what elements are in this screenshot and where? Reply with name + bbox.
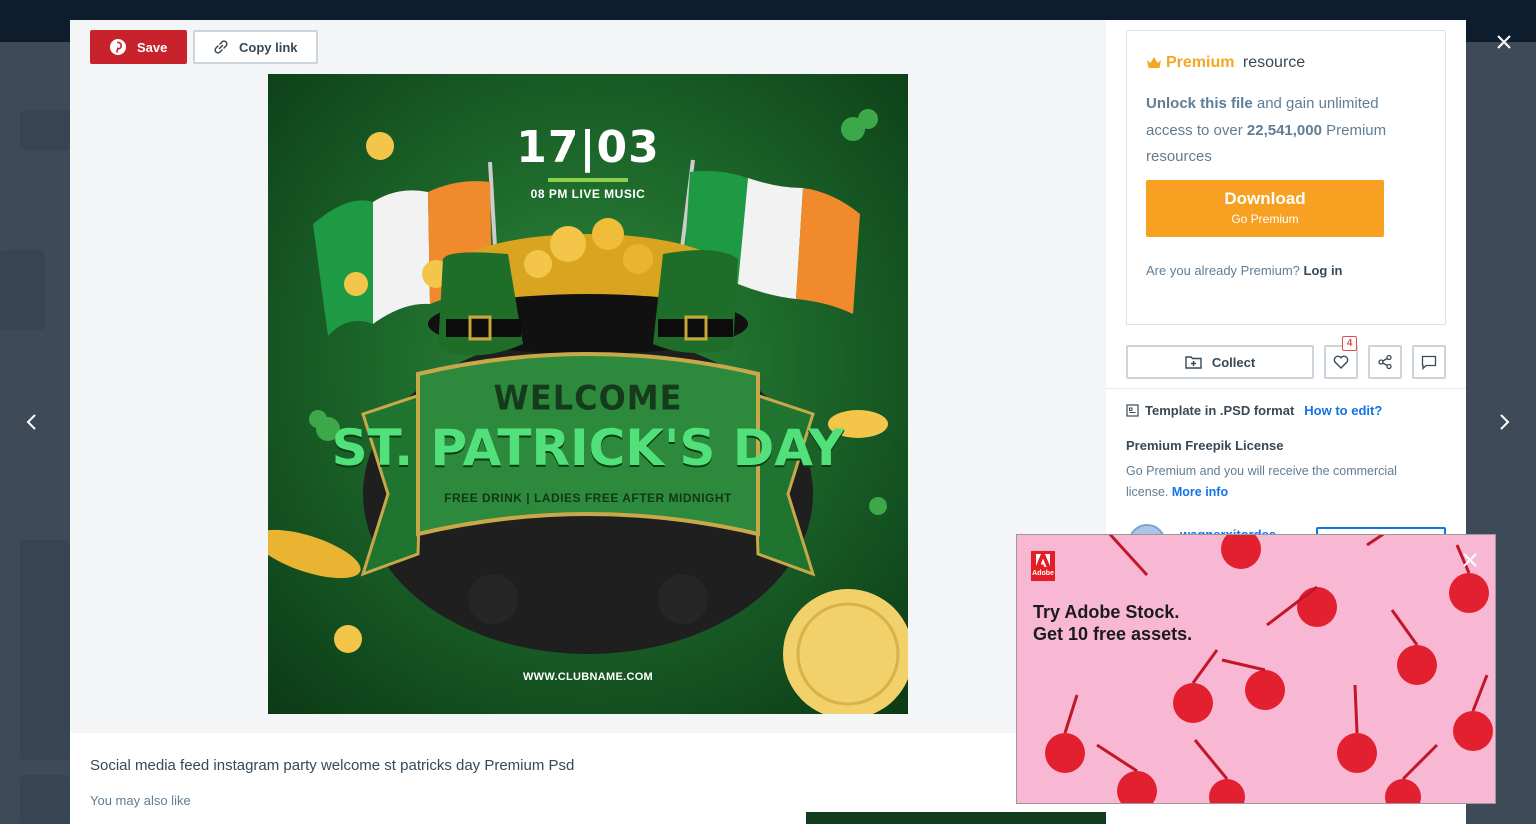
- pinterest-icon: [110, 39, 126, 55]
- share-icon: [1378, 354, 1392, 370]
- ad-headline: Try Adobe Stock. Get 10 free assets.: [1033, 601, 1192, 645]
- premium-box: [1126, 30, 1446, 325]
- license-title: Premium Freepik License: [1126, 438, 1284, 453]
- action-row: Collect 4: [1126, 336, 1446, 379]
- adobe-stock-ad[interactable]: Adobe Try Adobe Stock. Get 10 free asset…: [1016, 534, 1496, 804]
- more-info-link[interactable]: More info: [1172, 485, 1228, 499]
- previous-arrow-icon[interactable]: [14, 404, 50, 440]
- download-label: Download: [1224, 189, 1306, 208]
- folder-add-icon: [1185, 356, 1202, 369]
- save-button[interactable]: Save: [90, 30, 187, 64]
- unlock-bold: Unlock this file: [1146, 95, 1253, 112]
- adobe-logo-icon: [1036, 554, 1050, 567]
- psd-file-icon: [1126, 404, 1139, 417]
- ad-headline-line1: Try Adobe Stock.: [1033, 602, 1180, 622]
- comment-button[interactable]: [1412, 345, 1446, 379]
- close-ad-icon[interactable]: [1461, 551, 1479, 569]
- poster-tagline: FREE DRINK | LADIES FREE AFTER MIDNIGHT: [444, 491, 732, 505]
- resource-title: Social media feed instagram party welcom…: [90, 757, 575, 774]
- poster-date: 17|03: [516, 122, 660, 173]
- poster-title: ST. PATRICK'S DAY: [331, 419, 845, 477]
- poster-welcome: WELCOME: [493, 378, 683, 418]
- resource-count: 22,541,000: [1246, 121, 1322, 139]
- close-modal-icon[interactable]: [1488, 26, 1520, 58]
- like-count-badge: 4: [1342, 336, 1357, 351]
- crown-icon: [1147, 57, 1161, 68]
- template-info: Template in .PSD format How to edit?: [1126, 403, 1382, 418]
- premium-label: Premium: [1166, 54, 1235, 71]
- copy-link-button[interactable]: Copy link: [193, 30, 318, 64]
- premium-heading: Premium resource: [1146, 54, 1305, 72]
- template-label: Template in .PSD format: [1145, 403, 1295, 418]
- login-link[interactable]: Log in: [1304, 263, 1343, 278]
- license-text: Go Premium and you will receive the comm…: [1126, 461, 1426, 503]
- comment-icon: [1421, 355, 1437, 370]
- top-actions: Save Copy link: [90, 30, 318, 64]
- share-button[interactable]: [1368, 345, 1402, 379]
- preview-image[interactable]: 17|03 08 PM LIVE MUSIC WELCOME ST. PATRI…: [268, 74, 908, 714]
- unlock-text: Unlock this file and gain unlimited acce…: [1146, 91, 1396, 171]
- poster-date-underline: [548, 178, 628, 182]
- preview-column: Save Copy link 17|03 08 PM LIVE MUSIC WE…: [70, 20, 1106, 824]
- already-premium-text: Are you already Premium?: [1146, 263, 1304, 278]
- related-thumbnail[interactable]: [806, 812, 1106, 824]
- resource-label: resource: [1238, 54, 1306, 71]
- poster-url: WWW.CLUBNAME.COM: [522, 671, 654, 683]
- preview-area: Save Copy link 17|03 08 PM LIVE MUSIC WE…: [70, 20, 1106, 733]
- description-area: Social media feed instagram party welcom…: [70, 733, 1106, 824]
- cherries-pattern: [1045, 535, 1493, 803]
- already-premium: Are you already Premium? Log in: [1146, 263, 1343, 278]
- how-to-edit-link[interactable]: How to edit?: [1304, 403, 1382, 418]
- collect-button[interactable]: Collect: [1126, 345, 1314, 379]
- link-icon: [214, 40, 228, 54]
- poster-subtitle: 08 PM LIVE MUSIC: [530, 187, 646, 201]
- collect-label: Collect: [1211, 354, 1256, 370]
- adobe-logo: Adobe: [1031, 551, 1055, 581]
- go-premium-label: Go Premium: [1231, 212, 1299, 226]
- download-button[interactable]: Download Go Premium: [1146, 180, 1384, 237]
- ad-headline-line2: Get 10 free assets.: [1033, 624, 1193, 644]
- you-may-also-like-heading: You may also like: [90, 793, 191, 808]
- heart-icon: [1333, 355, 1349, 369]
- next-arrow-icon[interactable]: [1486, 404, 1522, 440]
- divider: [1106, 388, 1466, 389]
- copy-link-label: Copy link: [239, 39, 298, 55]
- adobe-brand-label: Adobe: [1032, 570, 1054, 577]
- license-body: Go Premium and you will receive the comm…: [1126, 464, 1397, 499]
- save-label: Save: [137, 39, 168, 55]
